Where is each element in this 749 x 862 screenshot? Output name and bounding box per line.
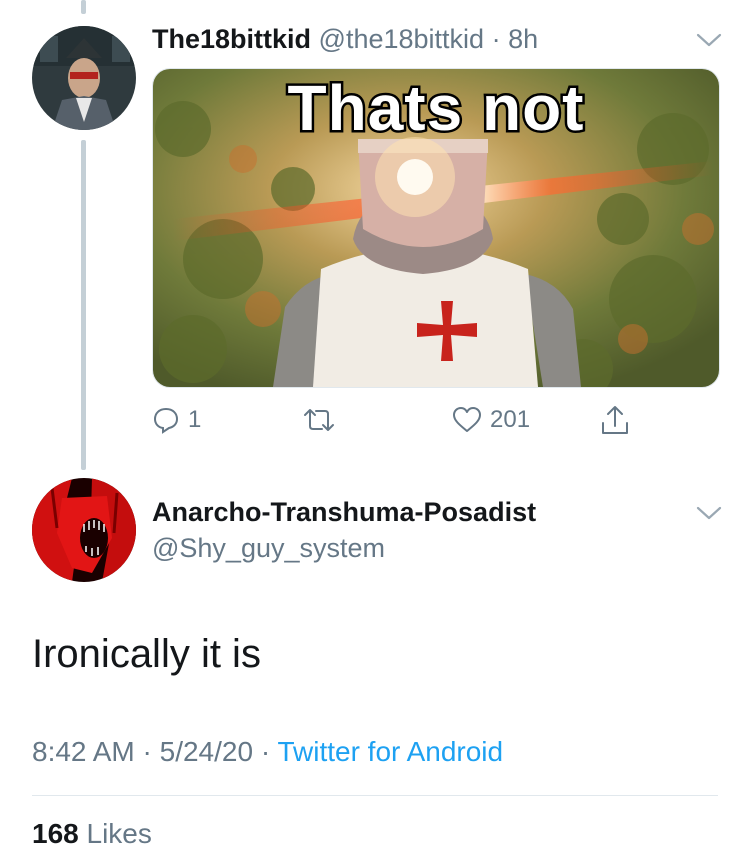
- reply-handle-line: @Shy_guy_system: [152, 533, 385, 564]
- likes-label: Likes: [86, 818, 152, 849]
- reply-date[interactable]: 5/24/20: [160, 736, 253, 767]
- reply-display-name-line: Anarcho-Transhuma-Posadist: [152, 497, 536, 528]
- reply-display-name[interactable]: Anarcho-Transhuma-Posadist: [152, 497, 536, 527]
- tweet-media-image[interactable]: Thats not: [152, 68, 720, 388]
- thread-line-bottom: [81, 140, 86, 470]
- reply-tweet-text: Ironically it is: [32, 632, 261, 676]
- avatar-image: [32, 26, 136, 130]
- like-button[interactable]: 201: [452, 400, 530, 440]
- source-link[interactable]: Twitter for Android: [277, 736, 503, 767]
- tweet-more-button[interactable]: [696, 32, 722, 48]
- retweet-button[interactable]: [302, 400, 336, 440]
- thread-line-top: [81, 0, 86, 14]
- tweet-display-name[interactable]: The18bittkid: [152, 24, 311, 54]
- tweet-time[interactable]: 8h: [508, 24, 538, 54]
- retweet-icon: [304, 409, 334, 431]
- reply-more-button[interactable]: [696, 505, 722, 521]
- avatar-shy-guy-system[interactable]: [32, 478, 136, 582]
- meta-separator-2: ·: [260, 736, 271, 767]
- likes-count: 168: [32, 818, 79, 849]
- tweet-handle[interactable]: @the18bittkid: [319, 24, 485, 54]
- meta-separator: ·: [142, 736, 152, 767]
- reply-time[interactable]: 8:42 AM: [32, 736, 135, 767]
- reply-metadata: 8:42 AM · 5/24/20 · Twitter for Android: [32, 736, 503, 768]
- tweet-separator: ·: [491, 24, 501, 54]
- likes-summary[interactable]: 168 Likes: [32, 818, 152, 850]
- like-count: 201: [490, 406, 531, 433]
- share-icon: [602, 406, 628, 434]
- reply-icon: [153, 407, 179, 434]
- chevron-down-icon: [696, 506, 722, 520]
- heart-icon: [453, 407, 481, 432]
- reply-handle[interactable]: @Shy_guy_system: [152, 533, 385, 563]
- reply-count: 1: [188, 406, 202, 433]
- meme-caption-text: Thats not: [285, 70, 586, 147]
- chevron-down-icon: [696, 33, 722, 47]
- avatar-the18bittkid[interactable]: [32, 26, 136, 130]
- avatar-image: [32, 478, 136, 582]
- reply-button[interactable]: 1: [152, 400, 201, 440]
- share-button[interactable]: [600, 400, 630, 440]
- divider: [32, 795, 718, 796]
- tweet-header: The18bittkid @the18bittkid · 8h: [152, 24, 538, 55]
